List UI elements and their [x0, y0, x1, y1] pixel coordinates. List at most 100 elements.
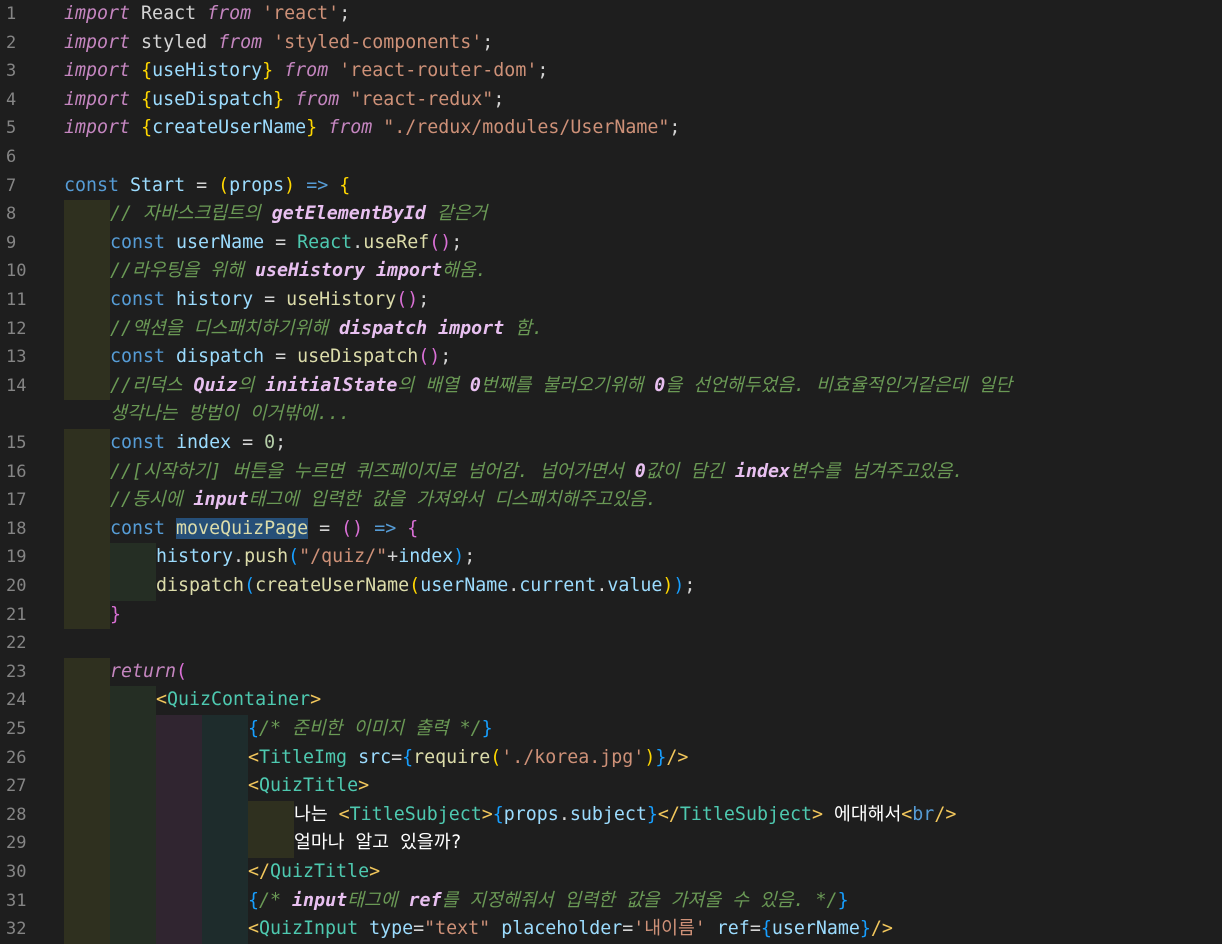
code-line[interactable]: 11 const history = useHistory();: [0, 286, 1222, 315]
code-text[interactable]: import {createUserName} from "./redux/mo…: [64, 114, 680, 143]
code-token: import: [64, 117, 131, 139]
code-text[interactable]: <QuizInput type="text" placeholder='내이름'…: [248, 915, 893, 944]
code-text[interactable]: return(: [110, 658, 187, 687]
code-text[interactable]: 생각나는 방법이 이거밖에...: [110, 400, 350, 429]
code-token: index: [398, 546, 454, 568]
line-number: 21: [6, 604, 27, 625]
code-line[interactable]: 23 return(: [0, 657, 1222, 687]
code-text[interactable]: 얼마나 알고 있을까?: [294, 829, 462, 858]
line-number: 2: [6, 32, 17, 53]
code-line[interactable]: 6: [0, 143, 1222, 172]
code-text[interactable]: history.push("/quiz/"+index);: [156, 543, 475, 572]
code-line[interactable]: 21}: [0, 600, 1222, 630]
code-text[interactable]: {/* input태그에 ref를 지정해줘서 입력한 값을 가져올 수 있음.…: [248, 887, 849, 916]
code-text[interactable]: </QuizTitle>: [248, 858, 380, 887]
code-text[interactable]: //동시에 input태그에 입력한 값을 가져와서 디스패치해주고있음.: [110, 486, 657, 515]
indent-guide: [202, 915, 248, 944]
code-token: useDispatch: [297, 346, 419, 368]
code-text[interactable]: const userName = React.useRef();: [110, 229, 462, 258]
code-text[interactable]: 나는 <TitleSubject>{props.subject}</TitleS…: [294, 801, 956, 830]
line-number: 19: [6, 547, 27, 568]
code-text[interactable]: {/* 준비한 이미지 출력 */}: [248, 715, 493, 744]
code-line[interactable]: 29 얼마나 알고 있을까?: [0, 829, 1222, 858]
code-text[interactable]: const index = 0;: [110, 429, 286, 458]
code-line[interactable]: 1 import React from 'react';: [0, 0, 1222, 29]
code-line[interactable]: 31 {/* input태그에 ref를 지정해줘서 입력한 값을 가져올 수 있…: [0, 886, 1222, 916]
code-line[interactable]: 28 나는 <TitleSubject>{props.subject}</Titl…: [0, 800, 1222, 830]
code-text[interactable]: import {useHistory} from 'react-router-d…: [64, 57, 548, 86]
indent-guide: [64, 915, 110, 944]
code-token: .: [558, 803, 570, 825]
code-text[interactable]: const moveQuizPage = () => {: [110, 515, 418, 544]
indent-guide: [110, 772, 156, 801]
code-token: <: [901, 803, 913, 825]
code-text[interactable]: //라우팅을 위해 useHistory import해옴.: [110, 257, 487, 286]
code-token: // 자바스크립트의: [110, 203, 272, 225]
code-line[interactable]: 17 //동시에 input태그에 입력한 값을 가져와서 디스패치해주고있음.: [0, 486, 1222, 515]
code-line[interactable]: 18 const moveQuizPage = () => {: [0, 514, 1222, 544]
code-line[interactable]: 5 import {createUserName} from "./redux/m…: [0, 114, 1222, 143]
code-text[interactable]: //리덕스 Quiz의 initialState의 배열 0번째를 불러오기위해…: [110, 372, 1012, 401]
code-text[interactable]: dispatch(createUserName(userName.current…: [156, 572, 695, 601]
code-editor[interactable]: 1 import React from 'react'; 2 import style…: [0, 0, 1222, 944]
code-text[interactable]: import React from 'react';: [64, 0, 350, 29]
code-line[interactable]: 생각나는 방법이 이거밖에...: [0, 400, 1222, 429]
code-text[interactable]: }: [110, 601, 121, 630]
code-text[interactable]: const history = useHistory();: [110, 286, 429, 315]
code-token: userName: [420, 575, 509, 596]
code-token: ;: [275, 432, 287, 453]
code-token: >: [358, 775, 370, 797]
code-line[interactable]: 26 <TitleImg src={require('./korea.jpg')}…: [0, 743, 1222, 773]
indent-guide: [202, 743, 248, 773]
code-token: 에대해서: [823, 803, 902, 825]
code-line[interactable]: 12 //액션을 디스패치하기위해 dispatch import 함.: [0, 314, 1222, 344]
code-line[interactable]: 10 //라우팅을 위해 useHistory import해옴.: [0, 257, 1222, 286]
code-line[interactable]: 20 dispatch(createUserName(userName.curre…: [0, 572, 1222, 601]
code-line[interactable]: 19 history.push("/quiz/"+index);: [0, 543, 1222, 572]
code-token: type: [369, 918, 414, 940]
code-line[interactable]: 30 </QuizTitle>: [0, 858, 1222, 887]
code-line[interactable]: 27 <QuizTitle>: [0, 772, 1222, 801]
code-text[interactable]: // 자바스크립트의 getElementById 같은거: [110, 200, 487, 229]
code-line[interactable]: 4 import {useDispatch} from "react-redux"…: [0, 86, 1222, 115]
code-text[interactable]: const Start = (props) => {: [64, 172, 350, 201]
indent-guide: [156, 858, 202, 887]
code-text[interactable]: //액션을 디스패치하기위해 dispatch import 함.: [110, 315, 543, 344]
code-text[interactable]: <TitleImg src={require('./korea.jpg')}/>: [248, 744, 688, 773]
code-token: 나는: [294, 803, 339, 825]
code-text[interactable]: const dispatch = useDispatch();: [110, 343, 451, 372]
code-text[interactable]: //[시작하기] 버튼을 누르면 퀴즈페이지로 넘어감. 넘어가면서 0값이 담…: [110, 458, 963, 487]
code-line[interactable]: 7 const Start = (props) => {: [0, 172, 1222, 201]
code-line[interactable]: 24 <QuizContainer>: [0, 686, 1222, 715]
code-token: (: [218, 174, 230, 196]
code-line[interactable]: 15 const index = 0;: [0, 429, 1222, 458]
code-token: 얼마나 알고 있을까?: [294, 832, 462, 854]
code-line[interactable]: 8 // 자바스크립트의 getElementById 같은거: [0, 200, 1222, 229]
code-line[interactable]: 32 <QuizInput type="text" placeholder='내이…: [0, 915, 1222, 944]
code-line[interactable]: 16 //[시작하기] 버튼을 누르면 퀴즈페이지로 넘어감. 넘어가면서 0값이…: [0, 457, 1222, 487]
indent-guide: [64, 257, 110, 286]
code-token: const: [110, 289, 166, 310]
code-line[interactable]: 22: [0, 629, 1222, 658]
indent-guide: [64, 829, 110, 858]
code-line[interactable]: 9 const userName = React.useRef();: [0, 228, 1222, 258]
code-token: />: [666, 746, 689, 768]
indent-guide: [64, 686, 110, 715]
code-text[interactable]: <QuizContainer>: [156, 686, 321, 715]
code-line[interactable]: 2 import styled from 'styled-components';: [0, 29, 1222, 58]
code-text[interactable]: import {useDispatch} from "react-redux";: [64, 86, 504, 115]
code-line[interactable]: 14 //리덕스 Quiz의 initialState의 배열 0번째를 불러오기…: [0, 371, 1222, 401]
code-token: ): [673, 575, 685, 596]
code-token: {: [248, 718, 260, 739]
indent-guide: [64, 343, 110, 372]
code-line[interactable]: 25 {/* 준비한 이미지 출력 */}: [0, 715, 1222, 744]
code-text[interactable]: <QuizTitle>: [248, 772, 369, 801]
indent-guide: [110, 915, 156, 944]
code-line[interactable]: 3 import {useHistory} from 'react-router-…: [0, 57, 1222, 86]
code-text[interactable]: import styled from 'styled-components';: [64, 29, 493, 58]
code-line[interactable]: 13 const dispatch = useDispatch();: [0, 343, 1222, 372]
